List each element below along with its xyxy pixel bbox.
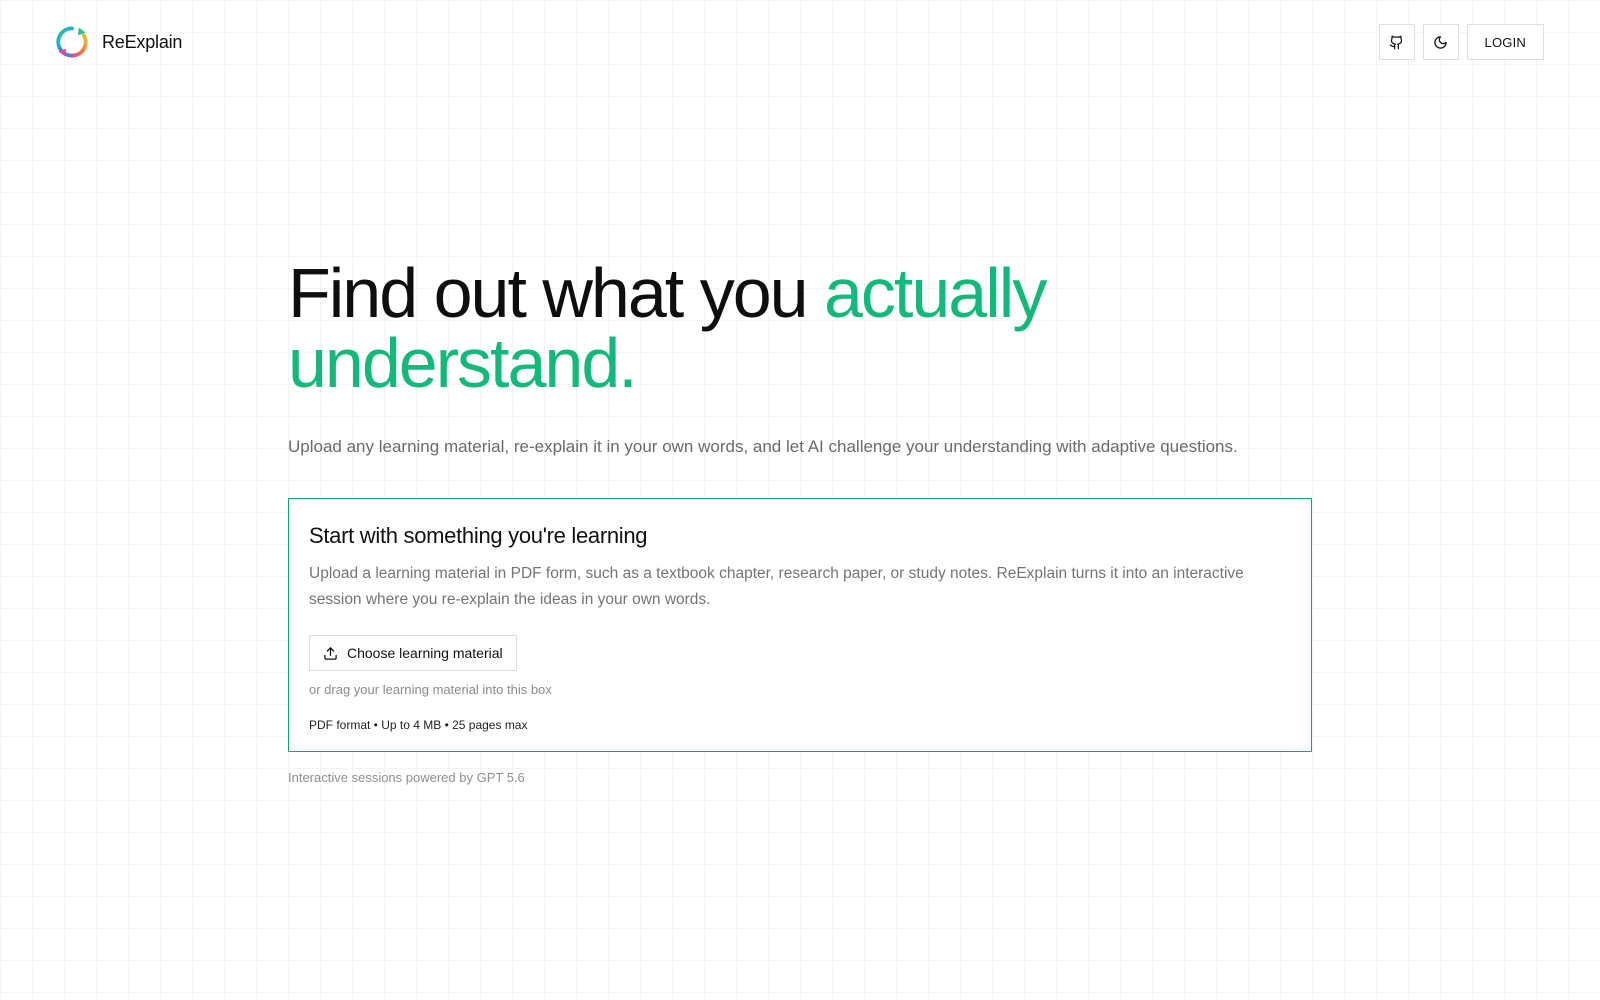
powered-by-note: Interactive sessions powered by GPT 5.6 (288, 770, 525, 785)
upload-dropzone[interactable]: Start with something you're learning Upl… (288, 498, 1312, 752)
upload-card-description: Upload a learning material in PDF form, … (309, 565, 1244, 608)
file-limits: PDF format • Up to 4 MB • 25 pages max (309, 718, 528, 732)
top-header: ReExplain LOGIN (0, 0, 1600, 84)
hero-headline: Find out what you actually understand. (288, 258, 1318, 398)
github-button[interactable] (1378, 24, 1415, 60)
brand-name: ReExplain (102, 31, 183, 52)
choose-material-label: Choose learning material (347, 645, 503, 661)
moon-icon (1434, 35, 1447, 49)
headline-accent-understand: understand. (288, 324, 638, 402)
drag-hint: or drag your learning material into this… (309, 682, 552, 697)
upload-icon (324, 646, 337, 660)
headline-accent-actually: actually (824, 254, 1047, 332)
github-icon (1389, 35, 1403, 49)
login-button[interactable]: LOGIN (1466, 24, 1544, 60)
circular-arrows-gradient-icon (56, 26, 88, 58)
hero-section: Find out what you actually understand. U… (288, 258, 1318, 459)
theme-toggle-button[interactable] (1422, 24, 1459, 60)
upload-card-title: Start with something you're learning (309, 523, 648, 548)
choose-material-button[interactable]: Choose learning material (309, 635, 517, 671)
hero-subheadline: Upload any learning material, re-explain… (288, 437, 1238, 456)
brand[interactable]: ReExplain (55, 24, 182, 60)
headline-text: Find out what you (288, 254, 824, 332)
header-actions: LOGIN (1378, 24, 1544, 60)
